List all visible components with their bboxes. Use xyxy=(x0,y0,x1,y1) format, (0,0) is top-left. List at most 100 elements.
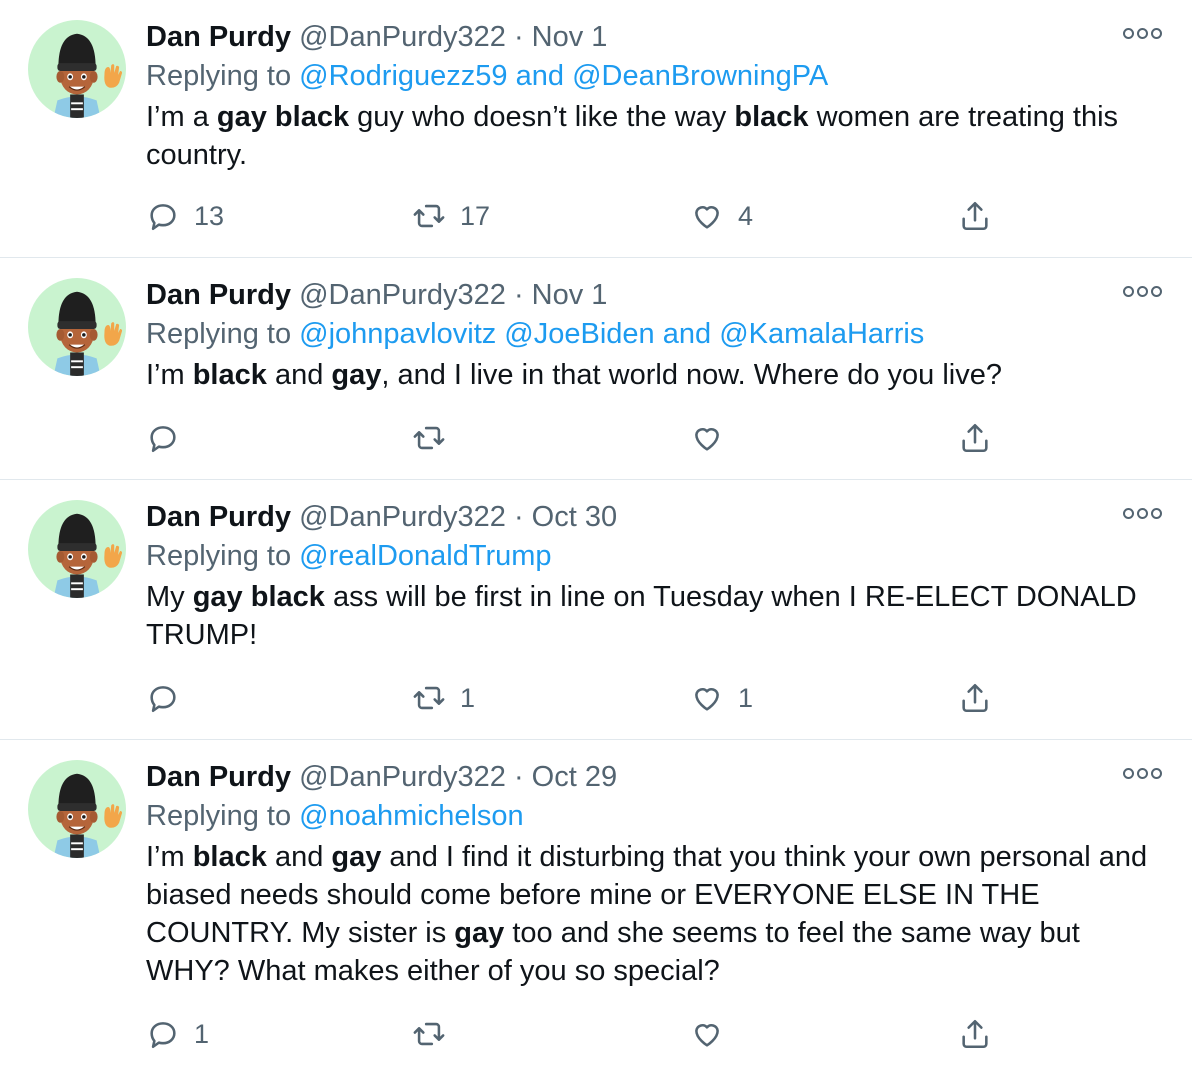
retweet-button[interactable]: 1 xyxy=(412,676,475,720)
separator-dot: · xyxy=(513,279,524,311)
mention-link[interactable]: @Rodriguezz59 xyxy=(299,60,507,92)
emphasized-text: black xyxy=(734,101,809,133)
like-button[interactable] xyxy=(690,416,738,460)
mention-link[interactable]: @KamalaHarris xyxy=(719,318,924,350)
reply-button[interactable] xyxy=(146,416,194,460)
author-handle[interactable]: @DanPurdy322 xyxy=(299,279,506,311)
tweet-text: I’m a gay black guy who doesn’t like the… xyxy=(146,98,1162,174)
separator-dot: · xyxy=(513,761,524,793)
tweet-text: My gay black ass will be first in line o… xyxy=(146,578,1162,654)
tweet-header: Dan Purdy @DanPurdy322 · Nov 1 xyxy=(146,276,1162,314)
text-segment: I’m xyxy=(146,841,193,873)
retweet-button[interactable] xyxy=(412,416,460,460)
share-button[interactable] xyxy=(958,676,992,720)
retweet-count: 17 xyxy=(460,200,491,231)
share-icon xyxy=(962,423,988,453)
author-handle[interactable]: @DanPurdy322 xyxy=(299,501,506,533)
author-handle[interactable]: @DanPurdy322 xyxy=(299,21,506,53)
author-handle[interactable]: @DanPurdy322 xyxy=(299,761,506,793)
action-bar: 13 17 4 xyxy=(146,194,1192,238)
emphasized-text: gay xyxy=(331,359,382,391)
text-segment: , and I live in that world now. Where do… xyxy=(381,359,1002,391)
emphasized-text: black xyxy=(192,841,267,873)
text-segment: My xyxy=(146,581,193,613)
replying-label: Replying to xyxy=(146,318,292,350)
retweet-button[interactable] xyxy=(412,1012,460,1056)
replying-label: Replying to xyxy=(146,800,292,832)
author-name[interactable]: Dan Purdy xyxy=(146,761,291,793)
reply-button[interactable]: 1 xyxy=(146,1012,209,1056)
tweet-date[interactable]: Nov 1 xyxy=(532,21,608,53)
emphasized-text: gay xyxy=(331,841,382,873)
retweet-icon xyxy=(413,426,445,450)
retweet-icon xyxy=(413,686,445,710)
tweet-header: Dan Purdy @DanPurdy322 · Oct 29 xyxy=(146,758,1162,796)
text-segment: I’m a xyxy=(146,101,217,133)
avatar[interactable] xyxy=(28,500,126,598)
heart-icon xyxy=(695,1024,719,1047)
like-button[interactable]: 4 xyxy=(690,194,753,238)
replying-label: Replying to xyxy=(146,540,292,572)
share-button[interactable] xyxy=(958,1012,992,1056)
avatar[interactable] xyxy=(28,278,126,376)
text-segment: and xyxy=(266,359,332,391)
tweet-date[interactable]: Oct 30 xyxy=(532,501,617,533)
action-bar: 1 xyxy=(146,1012,1192,1056)
reply-icon xyxy=(150,686,176,713)
author-name[interactable]: Dan Purdy xyxy=(146,501,291,533)
emphasized-text: black xyxy=(192,359,267,391)
retweet-icon xyxy=(413,204,445,228)
heart-icon xyxy=(695,206,719,229)
author-name[interactable]: Dan Purdy xyxy=(146,279,291,311)
reply-count: 13 xyxy=(194,200,225,231)
reply-icon xyxy=(150,204,176,231)
retweet-icon xyxy=(413,1022,445,1046)
reply-icon xyxy=(150,426,176,453)
tweet[interactable]: Dan Purdy @DanPurdy322 · Nov 1 Replying … xyxy=(0,258,1192,480)
separator-dot: · xyxy=(513,21,524,53)
emphasized-text: gay xyxy=(454,917,505,949)
tweet-date[interactable]: Oct 29 xyxy=(532,761,617,793)
share-button[interactable] xyxy=(958,194,992,238)
tweet[interactable]: Dan Purdy @DanPurdy322 · Oct 30 Replying… xyxy=(0,480,1192,740)
tweet-header: Dan Purdy @DanPurdy322 · Oct 30 xyxy=(146,498,1162,536)
share-icon xyxy=(962,201,988,231)
like-count: 4 xyxy=(738,200,754,231)
separator-dot: · xyxy=(513,501,524,533)
mention-joiner: and xyxy=(515,60,564,92)
mention-link[interactable]: @johnpavlovitz @JoeBiden xyxy=(299,318,655,350)
like-button[interactable]: 1 xyxy=(690,676,753,720)
action-bar xyxy=(146,416,1192,460)
retweet-button[interactable]: 17 xyxy=(412,194,490,238)
tweet-text: I’m black and gay and I find it disturbi… xyxy=(146,838,1162,990)
heart-icon xyxy=(695,428,719,451)
share-icon xyxy=(962,1019,988,1049)
heart-icon xyxy=(695,688,719,711)
avatar[interactable] xyxy=(28,760,126,858)
replying-to: Replying to @realDonaldTrump xyxy=(146,536,1162,576)
replying-to: Replying to @noahmichelson xyxy=(146,796,1162,836)
author-name[interactable]: Dan Purdy xyxy=(146,21,291,53)
replying-to: Replying to @johnpavlovitz @JoeBiden and… xyxy=(146,314,1162,354)
retweet-count: 1 xyxy=(460,682,476,713)
reply-button[interactable]: 13 xyxy=(146,194,224,238)
tweet[interactable]: Dan Purdy @DanPurdy322 · Oct 29 Replying… xyxy=(0,740,1192,1072)
tweet-feed: Dan Purdy @DanPurdy322 · Nov 1 Replying … xyxy=(0,0,1192,1072)
tweet[interactable]: Dan Purdy @DanPurdy322 · Nov 1 Replying … xyxy=(0,0,1192,258)
action-bar: 1 1 xyxy=(146,676,1192,720)
replying-to: Replying to @Rodriguezz59 and @DeanBrown… xyxy=(146,56,1162,96)
tweet-text: I’m black and gay, and I live in that wo… xyxy=(146,356,1162,394)
reply-count: 1 xyxy=(194,1018,210,1049)
avatar[interactable] xyxy=(28,20,126,118)
mention-link[interactable]: @DeanBrowningPA xyxy=(572,60,828,92)
reply-icon xyxy=(150,1022,176,1049)
like-count: 1 xyxy=(738,682,754,713)
mention-link[interactable]: @noahmichelson xyxy=(299,800,524,832)
mention-link[interactable]: @realDonaldTrump xyxy=(299,540,551,572)
share-button[interactable] xyxy=(958,416,992,460)
tweet-date[interactable]: Nov 1 xyxy=(532,279,608,311)
like-button[interactable] xyxy=(690,1012,738,1056)
reply-button[interactable] xyxy=(146,676,194,720)
replying-label: Replying to xyxy=(146,60,292,92)
share-icon xyxy=(962,683,988,713)
